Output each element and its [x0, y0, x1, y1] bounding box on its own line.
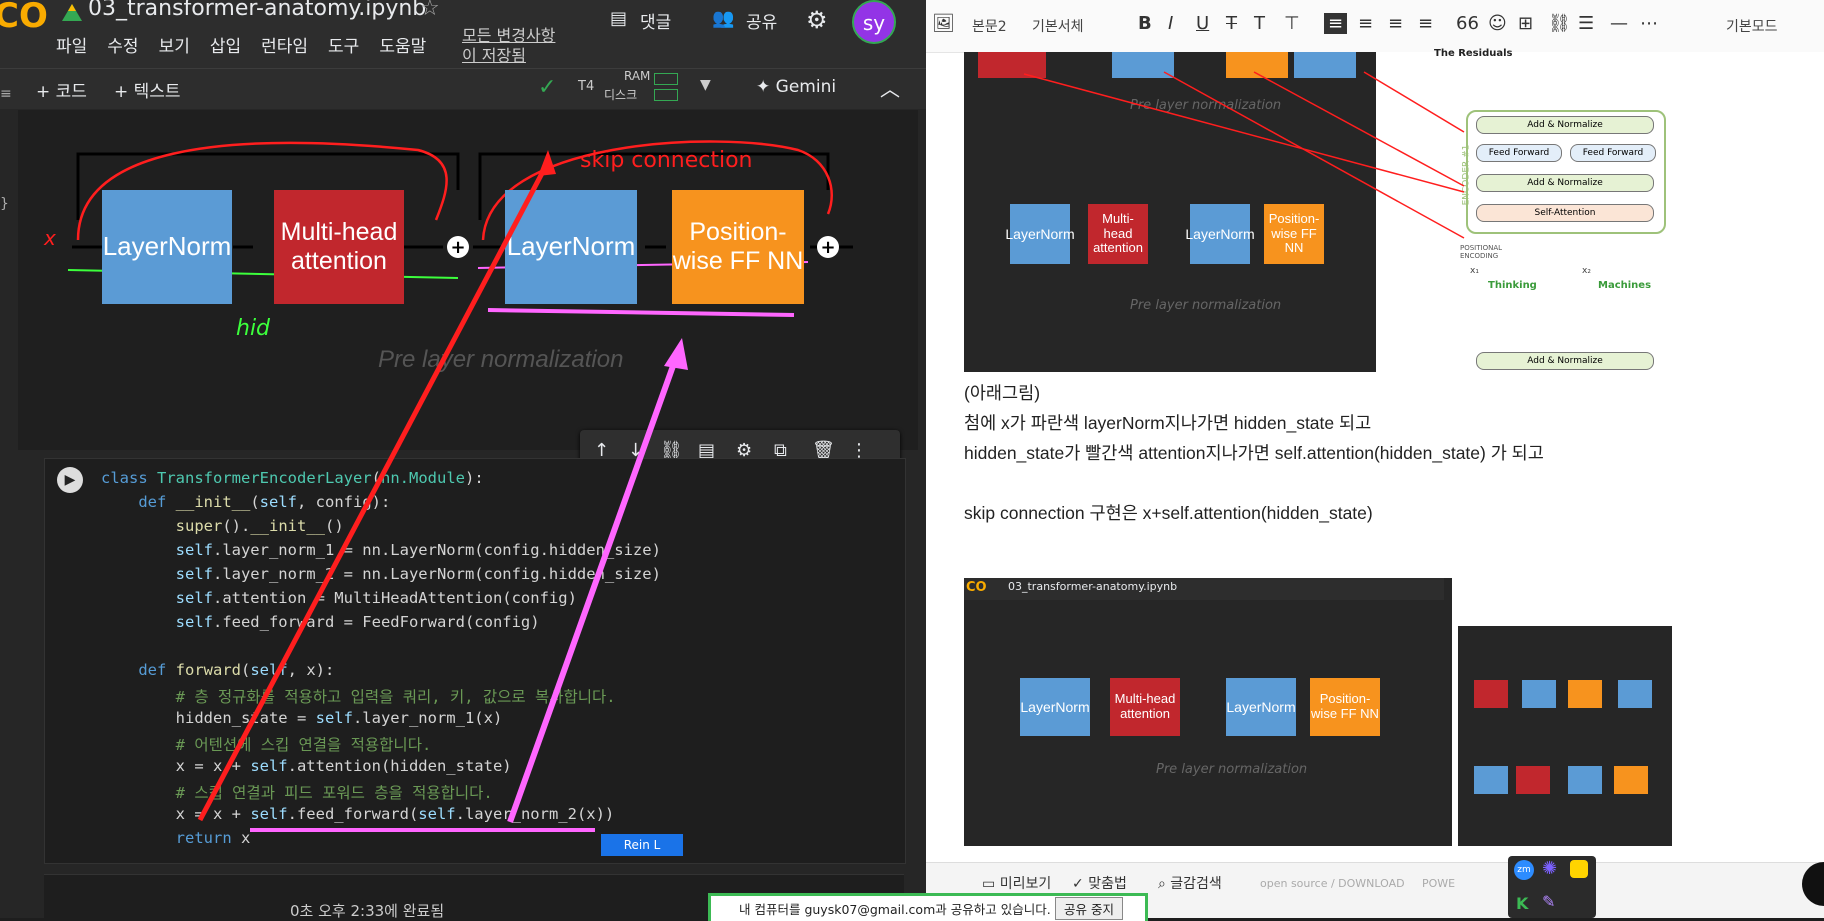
feather-app-icon[interactable]: ✎	[1542, 892, 1555, 911]
annotation-arrows	[197, 150, 688, 832]
nested-ff-2	[1614, 766, 1648, 794]
chat-app-icon[interactable]	[1570, 860, 1588, 878]
open-source-link[interactable]: open source / DOWNLOAD	[1260, 877, 1405, 890]
editor-toolbar: 🖼 본문2 기본서체 B I U T T ⊤ ≡ ≡ ≡ ≡ 66 ☺ ⊞ ⛓ …	[926, 0, 1824, 53]
shot2-caption: Pre layer normalization	[1156, 762, 1308, 777]
link-insert-icon[interactable]: ⛓	[1548, 13, 1571, 34]
underline-icon[interactable]: U	[1196, 13, 1209, 34]
emoji-icon[interactable]: ☺	[1488, 13, 1507, 34]
shot2-colab-header: CO 03_transformer-anatomy.ipynb	[964, 578, 1444, 600]
text-background-icon[interactable]: ⊤	[1284, 13, 1300, 34]
paragraph-1[interactable]: (아래그림)	[964, 380, 1040, 405]
italic-icon[interactable]: I	[1168, 13, 1173, 34]
font-select[interactable]: 기본서체	[1032, 16, 1084, 36]
quote-icon[interactable]: 66	[1456, 13, 1479, 34]
align-right-icon[interactable]: ≡	[1388, 13, 1403, 34]
spellcheck-label: 맞춤법	[1088, 876, 1127, 892]
nested-mha	[1474, 680, 1508, 708]
search-material-label: 글감검색	[1170, 876, 1222, 892]
table-icon[interactable]: ⊞	[1518, 13, 1533, 34]
pasted-image-2[interactable]: CO 03_transformer-anatomy.ipynb LayerNor…	[964, 578, 1824, 846]
search-material-button[interactable]: ⌕ 글감검색	[1158, 873, 1222, 893]
editor-mode-select[interactable]: 기본모드	[1726, 16, 1778, 36]
paragraph-4[interactable]: skip connection 구현은 x+self.attention(hid…	[964, 500, 1373, 525]
paragraph-2[interactable]: 첨에 x가 파란색 layerNorm지나가면 hidden_state 되고	[964, 410, 1371, 435]
k-app-icon[interactable]: K	[1516, 894, 1528, 913]
shot2-mha: Multi-head attention	[1110, 678, 1180, 736]
preview-label: 미리보기	[999, 876, 1052, 892]
power-link[interactable]: POWE	[1422, 877, 1455, 890]
zoom-app-icon[interactable]: zm	[1514, 860, 1534, 880]
nested-ln	[1522, 680, 1556, 708]
paragraph-style-select[interactable]: 본문2	[972, 16, 1007, 36]
bold-icon[interactable]: B	[1138, 13, 1152, 34]
nested-ln-3	[1474, 766, 1508, 794]
execution-status: 0초 오후 2:33에 완료됨	[290, 902, 445, 918]
shot1-red-arrows	[1023, 71, 1465, 239]
strikethrough-icon[interactable]: T	[1226, 13, 1237, 34]
shot2-nested-editor	[1452, 578, 1824, 846]
shot2-ff: Position-wise FF NN	[1310, 678, 1380, 736]
colab-window: CO 03_transformer-anatomy.ipynb ☆ 파일 수정 …	[0, 0, 926, 918]
shot2-nested-colab	[1458, 626, 1672, 846]
floating-app-tray: zm ✺ K ✎	[1508, 856, 1596, 918]
horizontal-line-icon[interactable]: —	[1610, 13, 1628, 34]
gear-app-icon[interactable]: ✺	[1542, 858, 1557, 879]
nested-ff	[1568, 680, 1602, 708]
nested-mha-2	[1516, 766, 1550, 794]
align-center-icon[interactable]: ≡	[1358, 13, 1373, 34]
preview-button[interactable]: ▭ 미리보기	[982, 873, 1051, 893]
stop-sharing-button[interactable]: 공유 중지	[1055, 897, 1123, 920]
pasted-image-1[interactable]: Pre layer normalization LayerNorm Multi-…	[964, 48, 1824, 372]
shot2-logo: CO	[966, 580, 987, 595]
image-insert-icon[interactable]: 🖼	[932, 13, 955, 34]
screen-share-banner: 내 컴퓨터를 guysk07@gmail.com과 공유하고 있습니다. 공유 …	[708, 893, 1148, 921]
nested-ln-4	[1568, 766, 1602, 794]
shot2-title: 03_transformer-anatomy.ipynb	[1008, 580, 1178, 593]
paragraph-3[interactable]: hidden_state가 빨간색 attention지나가면 self.att…	[964, 440, 1544, 465]
blog-editor: 🖼 본문2 기본서체 B I U T T ⊤ ≡ ≡ ≡ ≡ 66 ☺ ⊞ ⛓ …	[926, 0, 1824, 918]
align-justify-icon[interactable]: ≡	[1418, 13, 1433, 34]
more-tools-icon[interactable]: ⋯	[1640, 13, 1658, 34]
list-icon[interactable]: ☰	[1578, 13, 1594, 34]
text-color-icon[interactable]: T	[1254, 13, 1265, 34]
spellcheck-button[interactable]: ✓ 맞춤법	[1072, 873, 1127, 893]
shot2-ln-2: LayerNorm	[1226, 678, 1296, 736]
rein-label-badge: Rein L	[601, 834, 683, 856]
nested-ln-2	[1618, 680, 1652, 708]
align-left-icon[interactable]: ≡	[1324, 13, 1348, 34]
share-banner-text: 내 컴퓨터를 guysk07@gmail.com과 공유하고 있습니다.	[739, 902, 1051, 917]
shot2-ln-1: LayerNorm	[1020, 678, 1090, 736]
